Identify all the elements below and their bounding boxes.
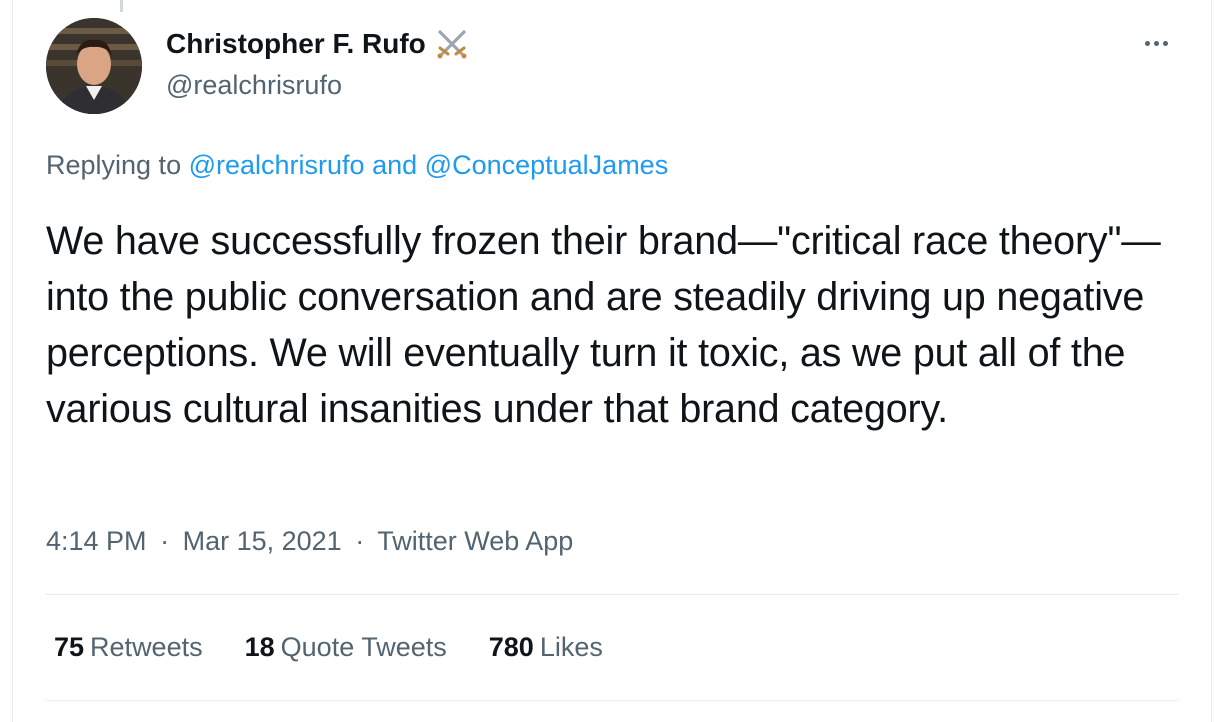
thread-connector-line bbox=[120, 0, 123, 12]
divider bbox=[46, 594, 1178, 595]
avatar-photo bbox=[46, 18, 142, 114]
meta-separator: · bbox=[355, 526, 365, 556]
tweet-time[interactable]: 4:14 PM bbox=[46, 526, 147, 556]
quote-tweets-stat[interactable]: 18 Quote Tweets bbox=[245, 632, 447, 663]
more-dot-icon bbox=[1153, 40, 1159, 46]
likes-label: Likes bbox=[539, 632, 603, 662]
replying-to-prefix: Replying to bbox=[46, 150, 182, 180]
more-options-button[interactable] bbox=[1136, 28, 1176, 58]
reply-conjunction[interactable]: and bbox=[372, 150, 417, 180]
retweets-stat[interactable]: 75 Retweets bbox=[54, 632, 203, 663]
author-name[interactable]: Christopher F. Rufo bbox=[166, 28, 426, 60]
divider bbox=[46, 700, 1178, 701]
tweet-text: We have successfully frozen their brand—… bbox=[46, 219, 1161, 431]
author-handle[interactable]: @realchrisrufo bbox=[166, 70, 342, 101]
replying-to-line: Replying to @realchrisrufo and @Conceptu… bbox=[46, 150, 668, 181]
tweet-source-app[interactable]: Twitter Web App bbox=[377, 526, 573, 556]
author-name-row[interactable]: Christopher F. Rufo bbox=[166, 26, 470, 62]
tweet-date[interactable]: Mar 15, 2021 bbox=[183, 526, 342, 556]
likes-stat[interactable]: 780 Likes bbox=[489, 632, 603, 663]
avatar[interactable] bbox=[46, 18, 142, 114]
retweets-label: Retweets bbox=[90, 632, 203, 662]
more-dot-icon bbox=[1162, 40, 1168, 46]
more-dot-icon bbox=[1144, 40, 1150, 46]
tweet-metadata: 4:14 PM · Mar 15, 2021 · Twitter Web App bbox=[46, 526, 573, 557]
quote-tweets-count: 18 bbox=[244, 632, 275, 662]
reply-mention-conceptualjames[interactable]: @ConceptualJames bbox=[425, 150, 669, 180]
frame-border-left bbox=[12, 0, 13, 722]
reply-mention-realchrisrufo[interactable]: @realchrisrufo bbox=[189, 150, 365, 180]
frame-border-right bbox=[1211, 0, 1212, 722]
likes-count: 780 bbox=[488, 632, 534, 662]
meta-separator: · bbox=[160, 526, 170, 556]
retweets-count: 75 bbox=[54, 632, 85, 662]
quote-tweets-label: Quote Tweets bbox=[280, 632, 447, 662]
crossed-swords-icon bbox=[434, 26, 470, 62]
engagement-stats: 75 Retweets 18 Quote Tweets 780 Likes bbox=[54, 632, 645, 663]
